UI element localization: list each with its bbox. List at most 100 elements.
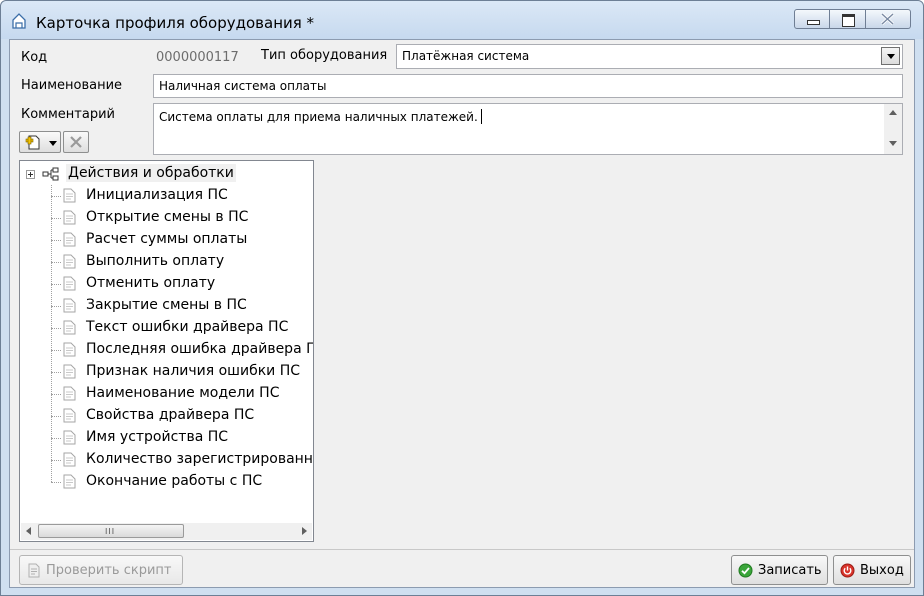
actions-tree[interactable]: Действия и обработки Инициализация ПС Отк…: [19, 160, 314, 542]
name-label: Наименование: [21, 78, 123, 93]
scroll-thumb[interactable]: III: [38, 524, 184, 538]
tree-item-label: Свойства драйвера ПС: [86, 407, 255, 423]
tree-connector: [51, 284, 61, 285]
scroll-right-icon[interactable]: [302, 527, 307, 535]
app-window: Карточка профиля оборудования * Код 0000…: [0, 0, 924, 596]
tree-connector: [51, 262, 61, 263]
tree-item[interactable]: Свойства драйвера ПС: [51, 405, 313, 427]
scroll-up-icon[interactable]: [889, 110, 897, 115]
tree-item[interactable]: Признак наличия ошибки ПС: [51, 361, 313, 383]
check-script-icon: [28, 563, 40, 578]
script-doc-icon: [63, 188, 76, 203]
add-item-icon: [25, 135, 40, 150]
script-doc-icon: [63, 430, 76, 445]
maximize-button[interactable]: [830, 9, 866, 29]
tree-connector: [51, 372, 61, 373]
tree-item-label: Выполнить оплату: [86, 253, 225, 269]
script-doc-icon: [63, 386, 76, 401]
comment-scrollbar[interactable]: [884, 104, 902, 154]
tree-item-label: Отменить оплату: [86, 275, 216, 291]
tree-item[interactable]: Текст ошибки драйвера ПС: [51, 317, 313, 339]
exit-label: Выход: [860, 563, 904, 578]
code-label: Код: [21, 50, 48, 65]
tree-horizontal-scrollbar[interactable]: III: [21, 523, 312, 540]
comment-field[interactable]: Система оплаты для приема наличных плате…: [153, 103, 903, 155]
tree-connector: [51, 306, 61, 307]
expand-icon[interactable]: [26, 170, 35, 179]
chevron-down-icon[interactable]: [49, 141, 57, 146]
script-doc-icon: [63, 320, 76, 335]
tree-item-label: Инициализация ПС: [86, 187, 228, 203]
script-doc-icon: [63, 210, 76, 225]
delete-button[interactable]: [63, 131, 89, 153]
tree-connector: [51, 416, 61, 417]
tree-connector: [51, 240, 61, 241]
title-bar[interactable]: Карточка профиля оборудования *: [1, 1, 923, 39]
form-client-area: Код 0000000117 Тип оборудования Платёжна…: [9, 39, 915, 588]
script-doc-icon: [63, 452, 76, 467]
script-doc-icon: [63, 342, 76, 357]
tree-item[interactable]: Последняя ошибка драйвера ПС: [51, 339, 314, 361]
tree-item[interactable]: Окончание работы с ПС: [51, 471, 313, 493]
check-script-label: Проверить скрипт: [46, 563, 172, 578]
close-button[interactable]: [866, 9, 911, 29]
minimize-button[interactable]: [794, 9, 830, 29]
tree-connector: [51, 482, 61, 483]
tree-item-label: Наименование модели ПС: [86, 385, 280, 401]
save-label: Записать: [758, 563, 822, 578]
tree-root-label: Действия и обработки: [66, 164, 236, 182]
tree-item-label: Закрытие смены в ПС: [86, 297, 247, 313]
scroll-left-icon[interactable]: [26, 527, 31, 535]
chevron-down-icon[interactable]: [881, 47, 900, 65]
close-icon: [881, 13, 894, 25]
tree-connector: [51, 460, 61, 461]
tree-connector: [51, 218, 61, 219]
maximize-icon: [842, 14, 855, 27]
script-doc-icon: [63, 474, 76, 489]
tree-connector: [51, 394, 61, 395]
tree-connector: [51, 328, 61, 329]
name-field[interactable]: Наличная система оплаты: [153, 74, 903, 98]
tree-item[interactable]: Выполнить оплату: [51, 251, 313, 273]
tree-item[interactable]: Имя устройства ПС: [51, 427, 313, 449]
script-doc-icon: [63, 298, 76, 313]
tree-item-label: Окончание работы с ПС: [86, 473, 263, 489]
code-value: 0000000117: [156, 50, 239, 65]
add-item-button[interactable]: [19, 131, 61, 153]
script-doc-icon: [63, 408, 76, 423]
check-script-button[interactable]: Проверить скрипт: [19, 555, 183, 585]
script-doc-icon: [63, 254, 76, 269]
power-icon: [840, 563, 855, 578]
exit-button[interactable]: Выход: [833, 555, 911, 585]
tree-item-label: Признак наличия ошибки ПС: [86, 363, 301, 379]
tree-item-label: Количество зарегистрированных: [86, 451, 314, 467]
tree-item[interactable]: Отменить оплату: [51, 273, 313, 295]
script-doc-icon: [63, 232, 76, 247]
tree-item[interactable]: Количество зарегистрированных: [51, 449, 314, 471]
name-value: Наличная система оплаты: [159, 79, 327, 93]
tree-item[interactable]: Наименование модели ПС: [51, 383, 313, 405]
tree-item[interactable]: Открытие смены в ПС: [51, 207, 313, 229]
equipment-type-label: Тип оборудования: [261, 48, 388, 63]
tree-connector: [51, 438, 61, 439]
equipment-type-value: Платёжная система: [402, 49, 530, 63]
tree-item-label: Последняя ошибка драйвера ПС: [86, 341, 314, 357]
comment-value: Система оплаты для приема наличных плате…: [159, 110, 478, 124]
equipment-type-select[interactable]: Платёжная система: [396, 44, 903, 69]
tree-item[interactable]: Расчет суммы оплаты: [51, 229, 313, 251]
script-doc-icon: [63, 276, 76, 291]
delete-icon: [70, 136, 82, 148]
save-button[interactable]: Записать: [731, 555, 828, 585]
scroll-down-icon[interactable]: [889, 141, 897, 146]
tree-item[interactable]: Закрытие смены в ПС: [51, 295, 313, 317]
minimize-icon: [807, 20, 820, 25]
app-icon: [12, 13, 26, 29]
text-caret: [480, 109, 482, 124]
tree-item[interactable]: Инициализация ПС: [51, 185, 313, 207]
window-title: Карточка профиля оборудования *: [36, 14, 315, 32]
tree-connector: [51, 350, 61, 351]
tree-item-label: Имя устройства ПС: [86, 429, 229, 445]
comment-label: Комментарий: [21, 107, 115, 122]
script-doc-icon: [63, 364, 76, 379]
tree-connector: [51, 196, 61, 197]
